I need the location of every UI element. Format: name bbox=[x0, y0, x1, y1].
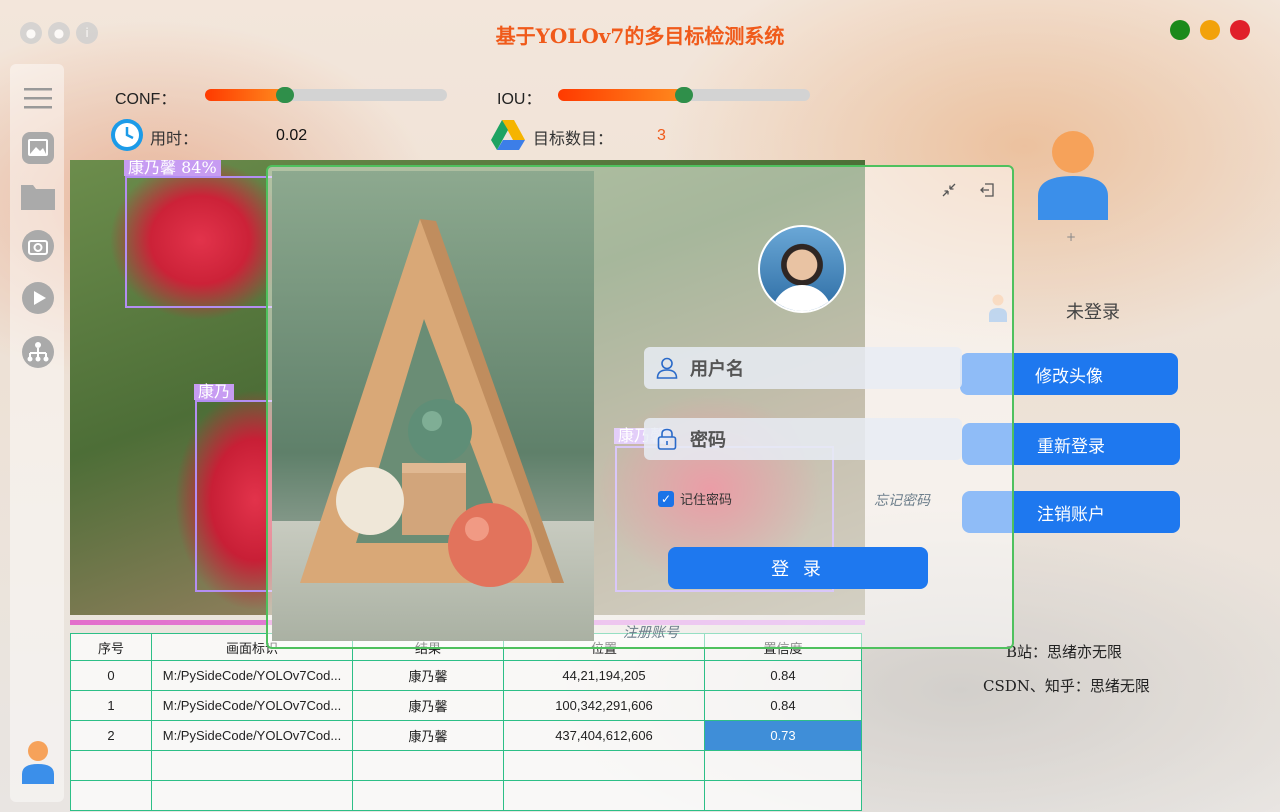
bilibili-credit: B站：思绪亦无限 bbox=[1006, 643, 1123, 661]
table-row[interactable]: 1 M:/PySideCode/YOLOv7Cod... 康乃馨 100,342… bbox=[70, 690, 862, 721]
table-cell[interactable] bbox=[151, 780, 353, 811]
user-avatar-large[interactable] bbox=[1036, 130, 1110, 220]
password-placeholder: 密码 bbox=[690, 430, 726, 451]
table-cell-selected[interactable]: 0.73 bbox=[704, 720, 862, 751]
table-cell[interactable] bbox=[352, 780, 504, 811]
conf-label: CONF： bbox=[115, 91, 177, 108]
iou-slider[interactable] bbox=[558, 87, 810, 103]
add-avatar-plus[interactable]: + bbox=[1066, 230, 1076, 244]
app-title: 基于YOLOv7的多目标检测系统 bbox=[495, 24, 785, 48]
model-tree-icon[interactable] bbox=[20, 334, 56, 370]
user-icon bbox=[644, 356, 690, 380]
table-cell[interactable]: 康乃馨 bbox=[352, 720, 504, 751]
detection-box bbox=[125, 176, 279, 308]
login-status: 未登录 bbox=[1066, 302, 1120, 323]
close-button[interactable] bbox=[1230, 20, 1250, 40]
table-cell[interactable]: 1 bbox=[70, 690, 152, 721]
login-button[interactable]: 登 录 bbox=[668, 547, 928, 589]
table-cell[interactable] bbox=[704, 750, 862, 781]
table-cell[interactable] bbox=[352, 750, 504, 781]
table-row[interactable]: 2 M:/PySideCode/YOLOv7Cod... 康乃馨 437,404… bbox=[70, 720, 862, 751]
username-placeholder: 用户名 bbox=[690, 359, 744, 380]
menu-icon[interactable] bbox=[20, 80, 56, 116]
table-cell[interactable]: 0 bbox=[70, 660, 152, 691]
table-cell[interactable]: M:/PySideCode/YOLOv7Cod... bbox=[151, 720, 353, 751]
exit-dialog-icon[interactable] bbox=[978, 181, 996, 199]
detection-label: 康乃馨 84% bbox=[124, 160, 221, 176]
table-cell[interactable]: M:/PySideCode/YOLOv7Cod... bbox=[151, 690, 353, 721]
window-controls bbox=[1170, 20, 1250, 40]
iou-label: IOU： bbox=[497, 91, 542, 108]
login-avatar[interactable] bbox=[758, 225, 846, 313]
table-row[interactable] bbox=[70, 750, 862, 781]
conf-slider[interactable] bbox=[205, 87, 447, 103]
folder-icon[interactable] bbox=[20, 178, 56, 214]
table-cell[interactable] bbox=[503, 780, 705, 811]
table-cell[interactable] bbox=[151, 750, 353, 781]
table-cell[interactable]: 2 bbox=[70, 720, 152, 751]
time-value: 0.02 bbox=[276, 127, 308, 144]
minimize-button[interactable] bbox=[1200, 20, 1220, 40]
table-row[interactable] bbox=[70, 780, 862, 811]
detection-box bbox=[195, 400, 274, 592]
table-cell[interactable]: 100,342,291,606 bbox=[503, 690, 705, 721]
table-cell[interactable] bbox=[503, 750, 705, 781]
maximize-button[interactable] bbox=[1170, 20, 1190, 40]
table-cell[interactable] bbox=[704, 780, 862, 811]
lock-icon bbox=[644, 427, 690, 451]
target-count-icon bbox=[490, 118, 526, 152]
user-icon[interactable] bbox=[20, 741, 56, 784]
camera-icon[interactable] bbox=[20, 228, 56, 264]
detection-label: 康乃 bbox=[194, 384, 235, 400]
login-illustration bbox=[272, 171, 594, 641]
forgot-password-link[interactable]: 忘记密码 bbox=[874, 490, 930, 510]
conf-slider-fill bbox=[205, 89, 285, 101]
target-count-value: 3 bbox=[657, 127, 666, 144]
results-table: 序号 画面标识 结果 位置 置信度 0 M:/PySideCode/YOLOv7… bbox=[70, 633, 862, 811]
username-field[interactable]: 用户名 bbox=[644, 347, 962, 389]
minimize-dialog-icon[interactable] bbox=[940, 181, 958, 199]
table-cell[interactable] bbox=[70, 750, 152, 781]
remember-password-label: 记住密码 bbox=[680, 493, 733, 508]
remember-password[interactable]: ✓ 记住密码 bbox=[658, 489, 732, 508]
table-cell[interactable]: 44,21,194,205 bbox=[503, 660, 705, 691]
time-label: 用时： bbox=[150, 129, 199, 148]
table-header[interactable]: 序号 bbox=[70, 633, 152, 661]
csdn-credit: CSDN、知乎：思绪无限 bbox=[983, 677, 1150, 695]
table-cell[interactable]: 康乃馨 bbox=[352, 690, 504, 721]
iou-slider-fill bbox=[558, 89, 684, 101]
table-cell[interactable]: 0.84 bbox=[704, 690, 862, 721]
login-dialog: 用户名 密码 ✓ 记住密码 忘记密码 登 录 注册账号 bbox=[266, 165, 1014, 649]
table-cell[interactable]: 0.84 bbox=[704, 660, 862, 691]
table-cell[interactable] bbox=[70, 780, 152, 811]
table-row[interactable]: 0 M:/PySideCode/YOLOv7Cod... 康乃馨 44,21,1… bbox=[70, 660, 862, 691]
checkbox-checked-icon[interactable]: ✓ bbox=[658, 490, 674, 507]
sidebar bbox=[10, 64, 64, 802]
image-icon[interactable] bbox=[20, 130, 56, 166]
play-icon[interactable] bbox=[20, 280, 56, 316]
table-cell[interactable]: 437,404,612,606 bbox=[503, 720, 705, 751]
register-link[interactable]: 注册账号 bbox=[623, 622, 679, 642]
clock-icon bbox=[110, 118, 144, 152]
password-field[interactable]: 密码 bbox=[644, 418, 962, 460]
iou-slider-handle[interactable] bbox=[675, 87, 693, 103]
target-count-label: 目标数目： bbox=[533, 129, 614, 148]
table-cell[interactable]: M:/PySideCode/YOLOv7Cod... bbox=[151, 660, 353, 691]
conf-slider-handle[interactable] bbox=[275, 87, 294, 103]
table-cell[interactable]: 康乃馨 bbox=[352, 660, 504, 691]
